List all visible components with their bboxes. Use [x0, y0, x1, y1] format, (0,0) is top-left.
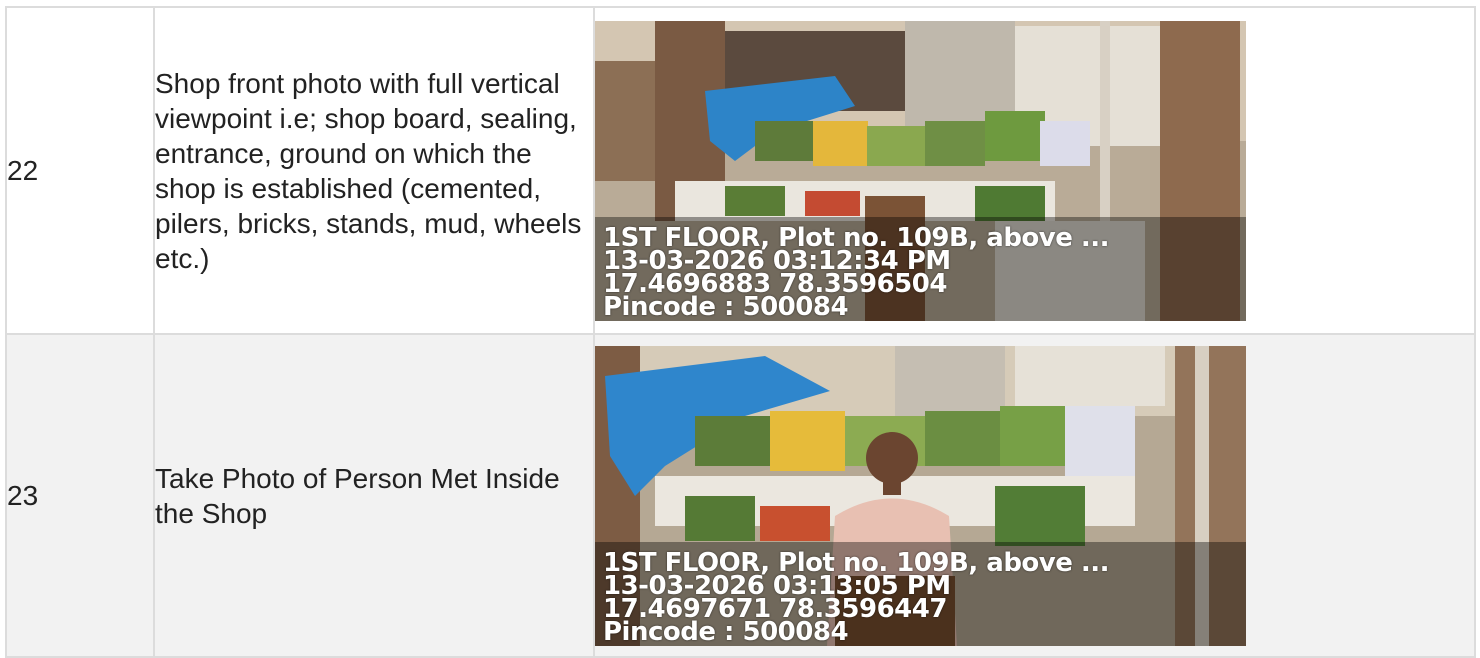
person-met-photo[interactable]: 1ST FLOOR, Plot no. 109B, above ... 13-0…	[595, 345, 1246, 646]
serial-number: 22	[5, 6, 155, 335]
item-description: Take Photo of Person Met Inside the Shop	[153, 333, 595, 658]
report-table: 22 Shop front photo with full vertical v…	[5, 6, 1476, 658]
shop-front-photo[interactable]: 1ST FLOOR, Plot no. 109B, above ... 13-0…	[595, 20, 1246, 321]
geotag-pincode: Pincode : 500084	[603, 616, 849, 646]
geotag-pincode: Pincode : 500084	[603, 291, 849, 321]
photo-cell: 1ST FLOOR, Plot no. 109B, above ... 13-0…	[593, 333, 1476, 658]
table-row: 23 Take Photo of Person Met Inside the S…	[5, 333, 1476, 658]
geotag-stamp: 1ST FLOOR, Plot no. 109B, above ... 13-0…	[603, 225, 1110, 321]
photo-cell: 1ST FLOOR, Plot no. 109B, above ... 13-0…	[593, 6, 1476, 335]
item-description: Shop front photo with full vertical view…	[153, 6, 595, 335]
geotag-stamp: 1ST FLOOR, Plot no. 109B, above ... 13-0…	[603, 550, 1110, 646]
table-row: 22 Shop front photo with full vertical v…	[5, 6, 1476, 335]
serial-number: 23	[5, 333, 155, 658]
